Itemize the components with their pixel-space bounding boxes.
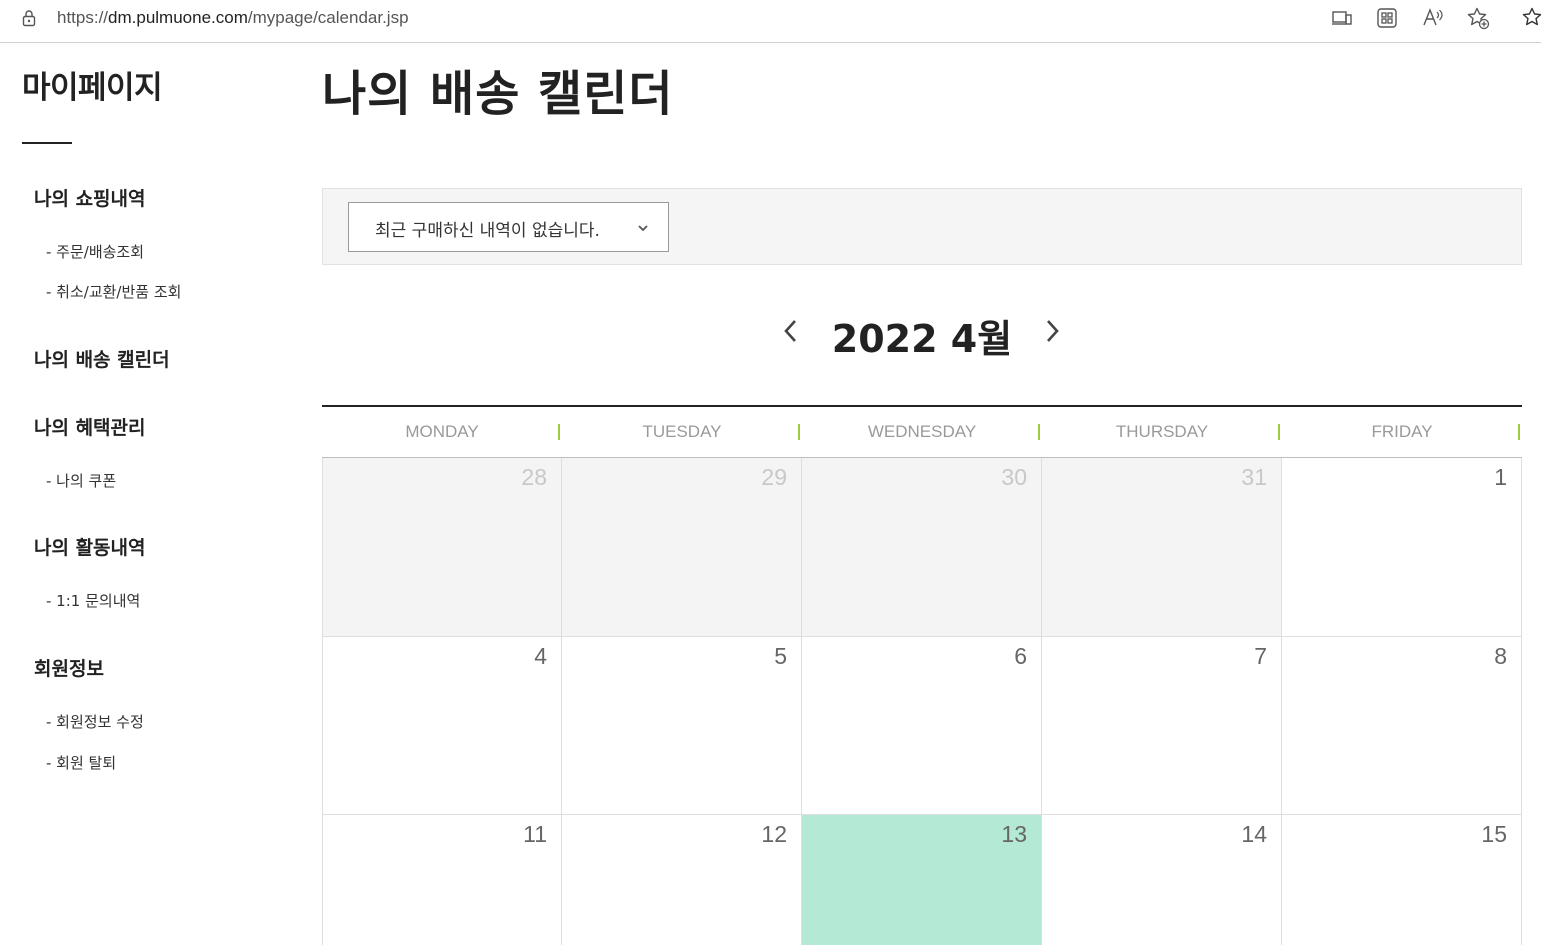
sidebar-item-cancel-exchange-return[interactable]: - 취소/교환/반품 조회: [46, 281, 181, 302]
weekday-thursday: THURSDAY: [1042, 407, 1282, 458]
sidebar-title: 마이페이지: [22, 70, 163, 106]
calendar-week: 11 12 13 14 15: [322, 815, 1522, 945]
weekday-label: THURSDAY: [1115, 422, 1209, 441]
day-number: 6: [1014, 643, 1027, 669]
browser-address-bar: https://dm.pulmuone.com/mypage/calendar.…: [0, 0, 1541, 37]
weekday-label: FRIDAY: [1371, 422, 1433, 441]
weekday-wednesday: WEDNESDAY: [802, 407, 1042, 458]
day-number: 8: [1494, 643, 1507, 669]
address-bar-divider: [0, 42, 1541, 43]
calendar-week: 4 5 6 7 8: [322, 637, 1522, 815]
weekday-separator: [1038, 424, 1040, 440]
sidebar-group-benefits[interactable]: 나의 혜택관리: [34, 413, 146, 440]
calendar-day-cell[interactable]: 15: [1282, 815, 1522, 945]
add-favorite-icon[interactable]: [1466, 6, 1490, 30]
sidebar-title-underline: [22, 142, 72, 144]
sidebar-group-activity[interactable]: 나의 활동내역: [34, 533, 146, 560]
calendar-day-cell[interactable]: 29: [562, 458, 802, 637]
day-number: 14: [1241, 821, 1267, 847]
calendar-day-cell[interactable]: 4: [322, 637, 562, 815]
calendar-day-cell[interactable]: 5: [562, 637, 802, 815]
weekday-separator: [558, 424, 560, 440]
day-number: 12: [761, 821, 787, 847]
calendar-day-cell[interactable]: 1: [1282, 458, 1522, 637]
day-number: 28: [521, 464, 547, 490]
day-number: 29: [761, 464, 787, 490]
device-icon[interactable]: [1330, 6, 1354, 30]
sidebar-group-delivery-calendar[interactable]: 나의 배송 캘린더: [34, 345, 170, 372]
url-field[interactable]: https://dm.pulmuone.com/mypage/calendar.…: [57, 8, 409, 28]
apps-icon[interactable]: [1375, 6, 1399, 30]
lock-icon[interactable]: [20, 9, 38, 27]
sidebar-item-coupons[interactable]: - 나의 쿠폰: [46, 470, 116, 491]
calendar-day-cell[interactable]: 11: [322, 815, 562, 945]
weekday-separator: [798, 424, 800, 440]
url-path: /mypage/calendar.jsp: [247, 8, 409, 27]
day-number: 5: [774, 643, 787, 669]
sidebar-item-inquiries[interactable]: - 1:1 문의내역: [46, 590, 140, 611]
calendar-day-cell[interactable]: 7: [1042, 637, 1282, 815]
month-navigation: 2022 4월: [322, 300, 1522, 364]
weekday-separator: [1278, 424, 1280, 440]
day-number: 4: [534, 643, 547, 669]
calendar-day-cell[interactable]: 6: [802, 637, 1042, 815]
day-number: 30: [1001, 464, 1027, 490]
url-prefix: https://: [57, 8, 109, 27]
month-label: 2022 4월: [831, 317, 1013, 361]
next-month-arrow-icon[interactable]: [1038, 314, 1066, 348]
sidebar-item-edit-member-info[interactable]: - 회원정보 수정: [46, 711, 144, 732]
weekday-header: MONDAY TUESDAY WEDNESDAY THURSDAY FRIDAY: [322, 407, 1522, 458]
sidebar-item-withdraw[interactable]: - 회원 탈퇴: [46, 752, 116, 773]
calendar-week: 28 29 30 31 1: [322, 458, 1522, 637]
sidebar-item-order-tracking[interactable]: - 주문/배송조회: [46, 241, 144, 262]
weekday-monday: MONDAY: [322, 407, 562, 458]
sidebar-group-shopping[interactable]: 나의 쇼핑내역: [34, 184, 146, 211]
calendar-day-cell[interactable]: 8: [1282, 637, 1522, 815]
day-number: 11: [523, 821, 547, 847]
calendar-day-cell[interactable]: 14: [1042, 815, 1282, 945]
url-host: dm.pulmuone.com: [108, 8, 248, 27]
chevron-down-icon: [638, 225, 648, 232]
weekday-label: MONDAY: [405, 422, 479, 441]
calendar-day-cell[interactable]: 31: [1042, 458, 1282, 637]
day-number: 7: [1254, 643, 1267, 669]
order-select-value: 최근 구매하신 내역이 없습니다.: [375, 221, 600, 241]
page-title: 나의 배송 캘린더: [322, 66, 674, 122]
weekday-tuesday: TUESDAY: [562, 407, 802, 458]
sidebar-group-member-info[interactable]: 회원정보: [34, 654, 104, 681]
calendar-day-cell[interactable]: 12: [562, 815, 802, 945]
order-select[interactable]: 최근 구매하신 내역이 없습니다.: [348, 202, 669, 252]
weekday-label: WEDNESDAY: [867, 422, 977, 441]
weekday-separator: [1518, 424, 1520, 440]
read-aloud-icon[interactable]: [1421, 6, 1445, 30]
favorites-icon[interactable]: [1521, 6, 1541, 30]
day-number: 1: [1494, 464, 1507, 490]
weekday-label: TUESDAY: [642, 422, 722, 441]
delivery-calendar: MONDAY TUESDAY WEDNESDAY THURSDAY FRIDAY…: [322, 405, 1522, 945]
order-filter-box: 최근 구매하신 내역이 없습니다.: [322, 188, 1522, 265]
weekday-friday: FRIDAY: [1282, 407, 1522, 458]
day-number: 31: [1241, 464, 1267, 490]
day-number: 15: [1481, 821, 1507, 847]
calendar-day-cell[interactable]: 30: [802, 458, 1042, 637]
calendar-day-cell-today[interactable]: 13: [802, 815, 1042, 945]
day-number: 13: [1001, 821, 1027, 847]
calendar-day-cell[interactable]: 28: [322, 458, 562, 637]
